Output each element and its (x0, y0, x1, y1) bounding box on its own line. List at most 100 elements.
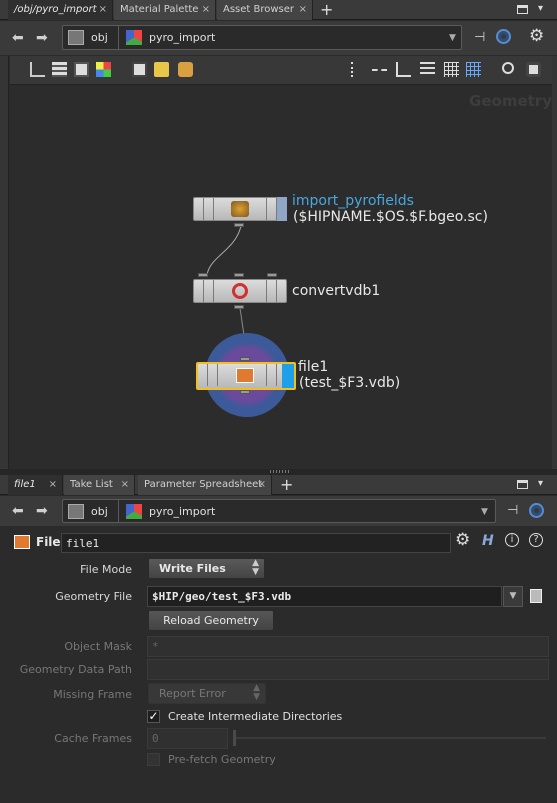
color-palette-icon[interactable] (96, 62, 111, 77)
link-icon[interactable] (496, 29, 511, 44)
tab-file1[interactable]: file1 × (8, 475, 63, 495)
pin-icon[interactable]: ⊣ (474, 30, 485, 45)
chevron-down-icon[interactable]: ▾ (538, 3, 543, 14)
window-icon[interactable] (517, 5, 528, 14)
wire-style-icon[interactable] (420, 62, 435, 77)
tree-view-icon[interactable] (30, 62, 45, 77)
output-connector[interactable] (234, 305, 244, 309)
missing-frame-menu[interactable]: Report Error ▲ ▼ (148, 683, 266, 704)
node-name-field[interactable]: file1 (61, 533, 451, 553)
close-icon[interactable]: × (121, 475, 129, 495)
network-box-icon[interactable] (154, 62, 169, 77)
output-connector[interactable] (234, 223, 244, 227)
tab-label: /obj/pyro_import (14, 4, 97, 15)
input-connector[interactable] (267, 273, 277, 277)
cache-frames-field[interactable]: 0 (147, 728, 228, 749)
node-wires (206, 225, 248, 357)
reload-geometry-button[interactable]: Reload Geometry (148, 610, 274, 631)
tab-parameter-spreadsheet[interactable]: Parameter Spreadsheet × (138, 475, 272, 495)
input-connector[interactable] (240, 357, 250, 361)
breadcrumb-obj[interactable]: obj (91, 31, 108, 44)
link-icon[interactable] (529, 503, 544, 518)
close-icon[interactable]: × (299, 0, 307, 20)
chevron-down-icon[interactable]: ▾ (538, 478, 543, 489)
align-horizontal-icon[interactable] (372, 69, 387, 71)
forward-arrow-icon[interactable]: ➡ (36, 503, 48, 519)
close-icon[interactable]: × (49, 475, 57, 495)
node-import-pyrofields[interactable] (193, 197, 287, 221)
thumbnail-view-icon[interactable] (74, 62, 89, 77)
network-view[interactable]: Geometry import_pyrofields ($HIPNAME.$OS… (10, 86, 552, 469)
breadcrumb-pyro-import[interactable]: pyro_import (149, 31, 215, 44)
geometry-data-path-label: Geometry Data Path (19, 663, 132, 676)
layout-icon[interactable] (396, 62, 411, 77)
close-icon[interactable]: × (258, 475, 266, 495)
list-view-icon[interactable] (52, 62, 67, 77)
object-mask-field[interactable]: * (147, 636, 549, 657)
chevron-down-icon[interactable]: ▼ (503, 586, 523, 607)
path-breadcrumb[interactable]: obj pyro_import ▼ (62, 499, 496, 523)
tab-label: Parameter Spreadsheet (144, 479, 263, 490)
input-connector[interactable] (198, 273, 208, 277)
splitter-grip-icon[interactable] (270, 470, 290, 473)
node-convertvdb1[interactable] (193, 279, 287, 303)
cache-frames-slider[interactable] (236, 737, 546, 739)
input-connector[interactable] (234, 273, 244, 277)
window-icon[interactable] (517, 480, 528, 489)
gear-icon[interactable]: ⚙ (455, 530, 470, 550)
sticky-note-icon[interactable] (132, 62, 147, 77)
vdb-icon (232, 283, 248, 299)
forward-arrow-icon[interactable]: ➡ (36, 30, 48, 46)
breadcrumb-pyro-import[interactable]: pyro_import (149, 505, 215, 518)
display-flag-icon[interactable] (277, 197, 287, 221)
add-tab-button[interactable]: + (280, 476, 293, 493)
spinner-icon: ▲ ▼ (252, 558, 259, 577)
tab-label: Asset Browser (223, 4, 295, 15)
create-dirs-checkbox[interactable]: ✓ (147, 710, 160, 723)
chevron-down-icon[interactable]: ▼ (449, 33, 456, 43)
info-icon[interactable]: i (505, 533, 519, 547)
node-name-import-pyrofields: import_pyrofields (292, 193, 414, 209)
back-arrow-icon[interactable]: ⬅ (12, 503, 24, 519)
obj-network-icon (68, 30, 84, 45)
file-mode-menu[interactable]: Write Files ▲ ▼ (148, 558, 265, 579)
node-file1[interactable] (196, 362, 296, 390)
path-breadcrumb[interactable]: obj pyro_import ▼ (62, 25, 462, 50)
snap-grid-icon[interactable] (466, 62, 481, 77)
geometry-file-field[interactable]: $HIP/geo/test_$F3.vdb (147, 586, 502, 607)
help-icon[interactable]: ? (529, 533, 543, 547)
top-tab-bar: /obj/pyro_import × Material Palette × As… (0, 0, 557, 20)
chevron-down-icon[interactable]: ▼ (481, 507, 488, 517)
spinner-icon: ▲ ▼ (253, 683, 260, 702)
grid-icon[interactable] (444, 62, 459, 77)
prefetch-checkbox[interactable] (147, 753, 160, 766)
gear-icon[interactable]: ⚙ (529, 26, 544, 46)
create-dirs-label: Create Intermediate Directories (168, 710, 343, 723)
output-connector[interactable] (240, 390, 250, 394)
add-tab-button[interactable]: + (320, 1, 333, 18)
camera-icon[interactable] (526, 62, 541, 77)
image-icon[interactable] (178, 62, 193, 77)
display-flag-icon[interactable] (282, 364, 294, 388)
tab-label: file1 (14, 479, 36, 490)
pin-icon[interactable]: ⊣ (507, 503, 518, 518)
close-icon[interactable]: × (202, 0, 210, 20)
align-vertical-icon[interactable] (351, 62, 355, 77)
help-h-icon[interactable]: H (482, 533, 494, 549)
slider-handle[interactable] (233, 730, 236, 746)
tab-label: Material Palette (120, 4, 199, 15)
tab-obj-pyro-import[interactable]: /obj/pyro_import × (8, 0, 113, 20)
tab-asset-browser[interactable]: Asset Browser × (217, 0, 313, 20)
file-icon (236, 368, 254, 383)
back-arrow-icon[interactable]: ⬅ (12, 30, 24, 46)
file-browse-icon[interactable] (530, 589, 542, 603)
tab-material-palette[interactable]: Material Palette × (114, 0, 216, 20)
file-icon[interactable] (14, 535, 30, 549)
breadcrumb-obj[interactable]: obj (91, 505, 108, 518)
tab-take-list[interactable]: Take List × (64, 475, 135, 495)
search-icon[interactable] (502, 62, 514, 74)
tab-label: Take List (70, 479, 113, 490)
close-icon[interactable]: × (99, 0, 107, 20)
left-collapse-strip[interactable] (0, 56, 9, 469)
geometry-data-path-field[interactable] (147, 659, 549, 680)
